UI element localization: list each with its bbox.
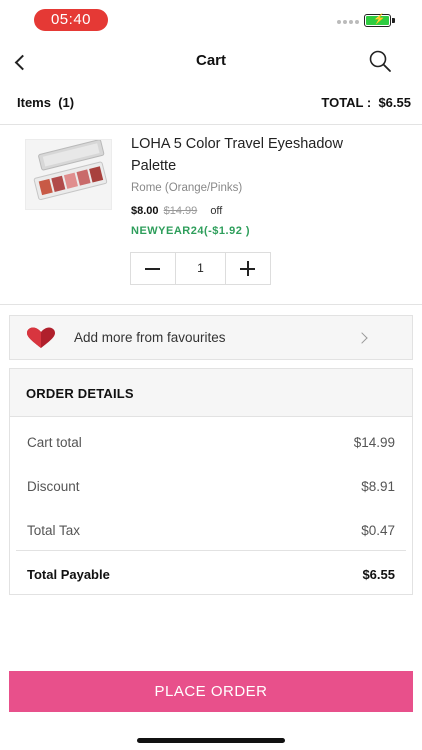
off-label: off: [210, 205, 223, 217]
line-value: $0.47: [361, 523, 395, 538]
quantity-stepper: 1: [130, 252, 271, 285]
line-value: $14.99: [353, 435, 395, 450]
search-button[interactable]: [366, 48, 394, 76]
total-label: TOTAL :: [321, 95, 372, 110]
page-title: Cart: [195, 52, 226, 69]
divider: [0, 304, 422, 305]
favourites-label: Add more from favourites: [74, 330, 226, 345]
cart-total: TOTAL : $6.55: [321, 95, 411, 110]
total-value: $6.55: [378, 95, 411, 110]
app-header: Cart: [0, 42, 422, 82]
place-order-button[interactable]: PLACE ORDER: [9, 671, 413, 712]
payable-value: $6.55: [362, 567, 395, 582]
divider: [0, 124, 422, 125]
payable-label: Total Payable: [27, 567, 110, 582]
order-details-header: ORDER DETAILS: [10, 369, 412, 417]
battery-icon: ⚡: [364, 14, 395, 27]
current-price: $8.00: [131, 205, 159, 217]
product-name[interactable]: LOHA 5 Color Travel Eyeshadow Palette: [131, 133, 381, 177]
price-row: $8.00 $14.99 off: [131, 205, 222, 217]
line-value: $8.91: [361, 479, 395, 494]
decrease-quantity-button[interactable]: [131, 253, 175, 284]
cart-summary: Items (1) TOTAL : $6.55: [17, 95, 411, 113]
line-label: Discount: [27, 479, 80, 494]
status-time: 05:40: [34, 9, 108, 31]
chevron-right-icon: [356, 332, 368, 344]
order-details-title: ORDER DETAILS: [26, 386, 134, 401]
items-count-value: (1): [58, 95, 75, 110]
heart-icon: [27, 327, 55, 348]
minus-icon: [145, 268, 160, 270]
signal-icon: [337, 20, 359, 24]
divider: [16, 550, 406, 551]
product-variant: Rome (Orange/Pinks): [131, 182, 243, 194]
discount-line: Discount $8.91: [27, 479, 395, 494]
add-from-favourites-button[interactable]: Add more from favourites: [9, 315, 413, 360]
original-price: $14.99: [163, 205, 198, 217]
items-label: Items: [17, 95, 51, 110]
line-label: Total Tax: [27, 523, 81, 538]
order-details: ORDER DETAILS Cart total $14.99 Discount…: [9, 368, 413, 595]
cart-total-line: Cart total $14.99: [27, 435, 395, 450]
tax-line: Total Tax $0.47: [27, 523, 395, 538]
line-label: Cart total: [27, 435, 82, 450]
status-bar: 05:40 ⚡: [0, 0, 422, 40]
increase-quantity-button[interactable]: [226, 253, 270, 284]
coupon-discount: NEWYEAR24(-$1.92 ): [131, 225, 251, 237]
quantity-value[interactable]: 1: [175, 253, 226, 284]
search-icon: [369, 50, 391, 72]
product-image[interactable]: [25, 139, 112, 210]
total-payable-line: Total Payable $6.55: [27, 567, 395, 582]
home-indicator: [137, 738, 285, 743]
items-count: Items (1): [17, 95, 74, 110]
